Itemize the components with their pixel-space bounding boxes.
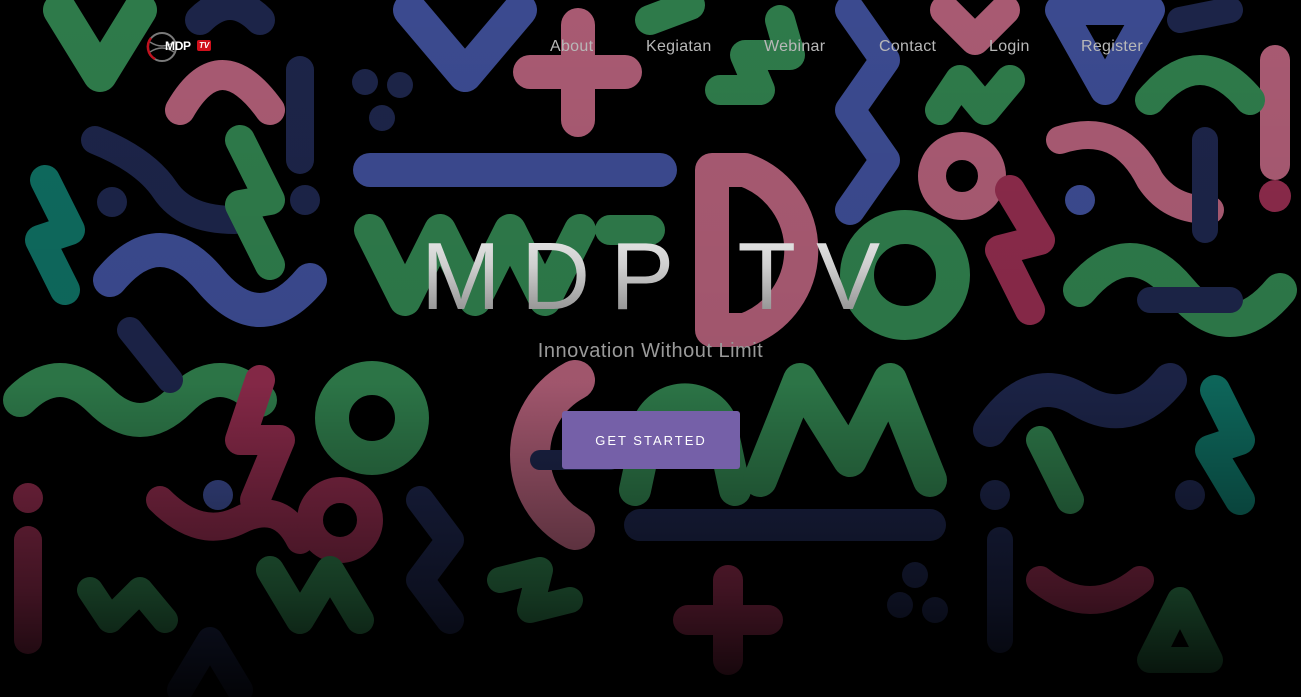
nav-link-webinar[interactable]: Webinar xyxy=(764,38,825,56)
navbar: MDP TV About Kegiatan Webinar Contact Lo… xyxy=(0,0,1301,96)
get-started-button[interactable]: GET STARTED xyxy=(562,411,740,469)
hero-section: MDP TV About Kegiatan Webinar Contact Lo… xyxy=(0,0,1301,697)
nav-menu: About Kegiatan Webinar Contact Login Reg… xyxy=(0,38,1301,60)
hero-title: MDP TV xyxy=(0,222,1301,332)
nav-link-contact[interactable]: Contact xyxy=(879,38,936,56)
hero-subtitle: Innovation Without Limit xyxy=(537,340,764,362)
nav-link-kegiatan[interactable]: Kegiatan xyxy=(646,38,712,56)
nav-link-register[interactable]: Register xyxy=(1081,38,1143,56)
nav-link-about[interactable]: About xyxy=(550,38,593,56)
nav-link-login[interactable]: Login xyxy=(989,38,1030,56)
